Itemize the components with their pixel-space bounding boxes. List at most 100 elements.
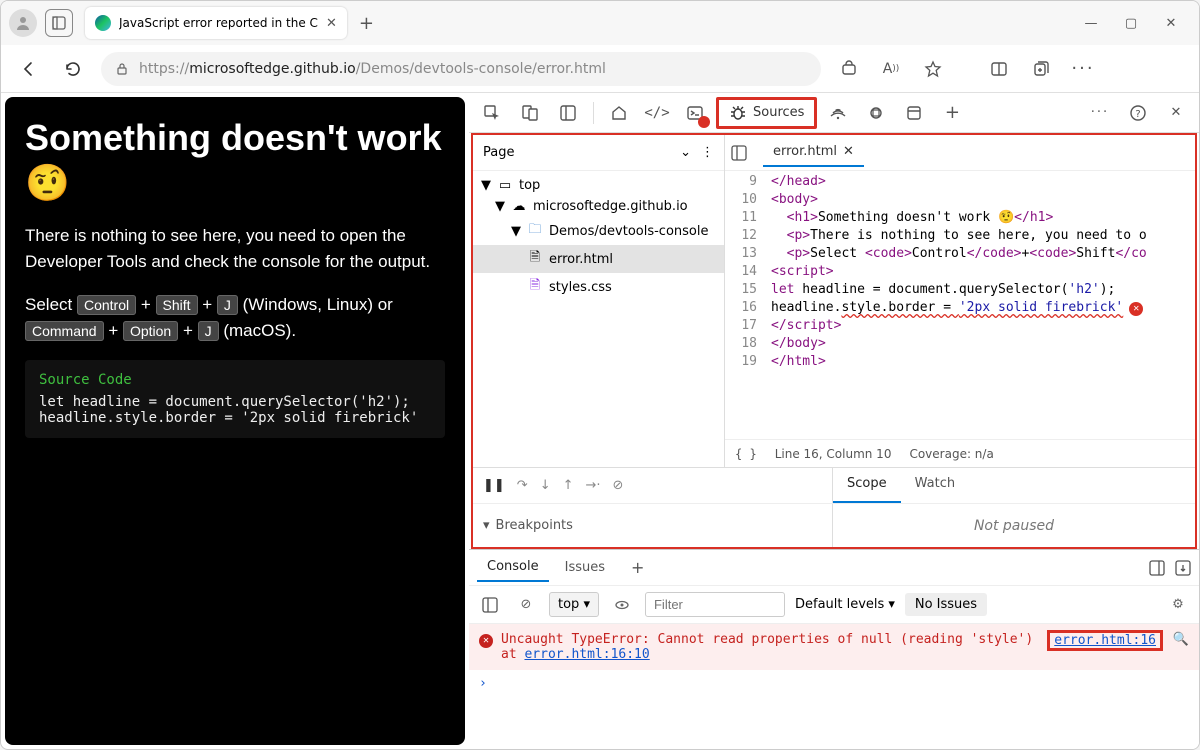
log-levels-dropdown[interactable]: Default levels ▾	[795, 597, 895, 612]
sources-panel: Page ⌄ ⋮ ▼▭top ▼☁microsoftedge.github.io…	[471, 133, 1197, 549]
console-tab-icon[interactable]	[678, 96, 712, 130]
collections-icon[interactable]	[1025, 53, 1057, 85]
debugger-controls: ❚❚ ↷ ↓ ↑ →· ⊘	[473, 468, 833, 503]
console-tabs: Console Issues +	[469, 550, 1199, 586]
step-over-icon[interactable]: ↷	[517, 478, 528, 493]
application-tab-icon[interactable]	[897, 96, 931, 130]
console-error-message[interactable]: ✕ Uncaught TypeError: Cannot read proper…	[469, 624, 1199, 670]
kbd-j: J	[217, 295, 238, 315]
no-issues-badge[interactable]: No Issues	[905, 593, 987, 616]
browser-window: JavaScript error reported in the C ✕ + —…	[0, 0, 1200, 750]
performance-tab-icon[interactable]	[859, 96, 893, 130]
console-prompt[interactable]: ›	[469, 670, 1199, 697]
add-tab-icon[interactable]: +	[935, 96, 969, 130]
collapse-drawer-icon[interactable]	[1175, 560, 1191, 576]
step-out-icon[interactable]: ↑	[563, 478, 574, 493]
code-line-1: let headline = document.querySelector('h…	[39, 394, 431, 410]
sources-tab[interactable]: Sources	[716, 97, 817, 129]
error-source-link[interactable]: error.html:16	[1047, 630, 1163, 651]
read-aloud-icon[interactable]: A))	[875, 53, 907, 85]
cloud-icon: ☁	[511, 199, 527, 214]
close-file-icon[interactable]: ✕	[843, 144, 854, 159]
kbd-j-mac: J	[198, 321, 219, 341]
code-editor[interactable]: 910111213141516171819 </head><body> <h1>…	[725, 171, 1195, 439]
titlebar: JavaScript error reported in the C ✕ + —…	[1, 1, 1199, 45]
address-bar: https://microsoftedge.github.io/Demos/de…	[1, 45, 1199, 93]
back-button[interactable]	[13, 53, 45, 85]
editor-tab-bar: error.html ✕	[725, 135, 1195, 171]
coverage-status: Coverage: n/a	[909, 447, 993, 461]
console-drawer: Console Issues + ⊘ top ▾ Default levels …	[469, 549, 1199, 749]
debugger-bar: ❚❚ ↷ ↓ ↑ →· ⊘ Scope Watch	[473, 467, 1195, 503]
step-into-icon[interactable]: ↓	[540, 478, 551, 493]
workspaces-icon[interactable]	[45, 9, 73, 37]
new-tab-button[interactable]: +	[359, 13, 374, 34]
folder-icon: 🗀	[527, 220, 543, 242]
maximize-button[interactable]: ▢	[1123, 16, 1139, 31]
context-selector[interactable]: top ▾	[549, 592, 599, 617]
close-devtools-icon[interactable]: ✕	[1159, 96, 1193, 130]
step-icon[interactable]: →·	[586, 478, 601, 493]
tree-top[interactable]: ▼▭top	[473, 175, 724, 196]
chevron-down-icon[interactable]: ⌄	[680, 145, 691, 160]
toggle-nav-icon[interactable]	[731, 145, 759, 161]
add-drawer-tab-icon[interactable]: +	[621, 552, 654, 583]
kbd-option: Option	[123, 321, 178, 341]
watch-tab[interactable]: Watch	[901, 468, 969, 503]
pause-icon[interactable]: ❚❚	[483, 478, 505, 493]
console-settings-icon[interactable]: ⚙	[1165, 597, 1191, 612]
activity-bar-icon[interactable]	[551, 96, 585, 130]
dock-side-icon[interactable]	[1149, 560, 1165, 576]
editor-status-bar: { } Line 16, Column 10 Coverage: n/a	[725, 439, 1195, 467]
chevron-down-icon: ▾	[483, 518, 490, 533]
source-code-label: Source Code	[39, 372, 431, 388]
bug-icon	[729, 104, 747, 122]
more-menu-icon[interactable]: ···	[1067, 53, 1099, 85]
welcome-tab-icon[interactable]	[602, 96, 636, 130]
live-expression-icon[interactable]	[609, 597, 635, 613]
window-icon: ▭	[497, 178, 513, 193]
code-line-2: headline.style.border = '2px solid fireb…	[39, 410, 431, 426]
close-window-button[interactable]: ✕	[1163, 16, 1179, 31]
console-filter-input[interactable]	[645, 592, 785, 617]
console-tab[interactable]: Console	[477, 553, 549, 582]
minimize-button[interactable]: —	[1083, 16, 1099, 31]
file-tree: ▼▭top ▼☁microsoftedge.github.io ▼🗀Demos/…	[473, 171, 724, 467]
tree-file-styles-css[interactable]: 🗎styles.css	[473, 273, 724, 301]
tab-close-icon[interactable]: ✕	[326, 16, 337, 31]
console-sidebar-icon[interactable]	[477, 597, 503, 613]
network-tab-icon[interactable]	[821, 96, 855, 130]
elements-tab-icon[interactable]: </>	[640, 96, 674, 130]
tree-file-error-html[interactable]: 🗎error.html	[473, 245, 724, 273]
browser-tab[interactable]: JavaScript error reported in the C ✕	[85, 7, 347, 39]
tree-host[interactable]: ▼☁microsoftedge.github.io	[473, 196, 724, 217]
scope-tab[interactable]: Scope	[833, 468, 901, 503]
issues-tab[interactable]: Issues	[555, 554, 615, 581]
page-paragraph-1: There is nothing to see here, you need t…	[25, 223, 445, 276]
breakpoints-panel[interactable]: ▾ Breakpoints	[473, 504, 833, 547]
deactivate-breakpoints-icon[interactable]: ⊘	[613, 478, 624, 493]
url-box[interactable]: https://microsoftedge.github.io/Demos/de…	[101, 52, 821, 86]
inspect-element-icon[interactable]	[475, 96, 509, 130]
clear-console-icon[interactable]: ⊘	[513, 597, 539, 612]
stack-link[interactable]: error.html:16:10	[524, 647, 649, 662]
split-screen-icon[interactable]	[983, 53, 1015, 85]
console-filter-bar: ⊘ top ▾ Default levels ▾ No Issues ⚙	[469, 586, 1199, 624]
more-tools-icon[interactable]: ···	[1083, 96, 1117, 130]
pretty-print-icon[interactable]: { }	[735, 447, 757, 461]
shopping-icon[interactable]	[833, 53, 865, 85]
search-error-icon[interactable]: 🔍	[1173, 632, 1189, 647]
page-dropdown[interactable]: Page	[483, 145, 680, 160]
editor-tab-error-html[interactable]: error.html ✕	[763, 138, 864, 167]
device-toggle-icon[interactable]	[513, 96, 547, 130]
kbd-command: Command	[25, 321, 104, 341]
help-icon[interactable]: ?	[1121, 96, 1155, 130]
favorite-icon[interactable]	[917, 53, 949, 85]
kbd-shift: Shift	[156, 295, 198, 315]
navigator-more-icon[interactable]: ⋮	[701, 145, 714, 160]
tree-folder[interactable]: ▼🗀Demos/devtools-console	[473, 217, 724, 245]
page-paragraph-2: Select Control + Shift + J (Windows, Lin…	[25, 292, 445, 345]
file-icon: 🗎	[527, 248, 543, 270]
refresh-button[interactable]	[57, 53, 89, 85]
profile-avatar-icon[interactable]	[9, 9, 37, 37]
